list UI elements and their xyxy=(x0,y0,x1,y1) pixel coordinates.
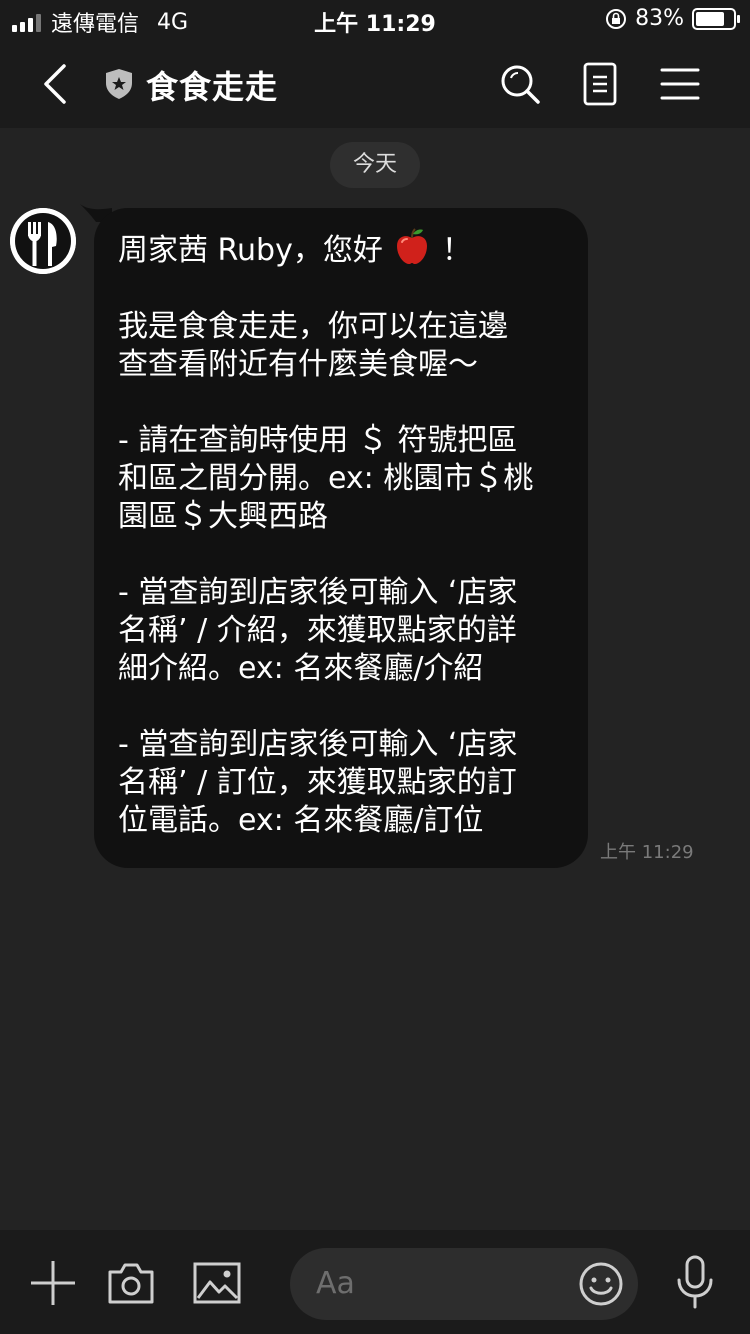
official-shield-icon xyxy=(106,69,132,99)
message-bubble[interactable]: 周家茜 Ruby，您好 ！ 我是食食走走，你可以在這邊 查查看附近有什麼美食喔～… xyxy=(94,208,588,868)
message-timestamp: 上午 11:29 xyxy=(600,842,694,863)
chat-header: 食食走走 xyxy=(0,40,750,128)
rotation-lock-icon xyxy=(606,8,627,29)
input-bar: Aa xyxy=(0,1230,750,1334)
search-icon[interactable] xyxy=(498,62,542,106)
date-separator: 今天 xyxy=(330,142,420,188)
plus-icon[interactable] xyxy=(28,1258,78,1308)
battery-icon xyxy=(692,7,740,30)
message-text: 周家茜 Ruby，您好 ！ 我是食食走走，你可以在這邊 查查看附近有什麼美食喔～… xyxy=(118,226,568,840)
message-body: 我是食食走走，你可以在這邊 查查看附近有什麼美食喔～ - 請在查詢時使用 ＄ 符… xyxy=(118,309,534,838)
chat-area[interactable]: 今天 周家茜 Ruby，您好 ！ 我是食食走走，你可以在這邊 查查看附近有什麼美… xyxy=(0,128,750,1230)
chat-title: 食食走走 xyxy=(146,68,279,106)
greeting-end-text: ！ xyxy=(432,233,472,268)
status-right: 83% xyxy=(605,6,740,31)
battery-percent: 83% xyxy=(635,6,684,31)
apple-emoji-icon xyxy=(397,228,428,264)
bot-avatar[interactable] xyxy=(10,208,76,274)
status-bar: 遠傳電信 4G 上午 11:29 83% xyxy=(0,0,750,40)
camera-icon[interactable] xyxy=(106,1258,156,1308)
emoji-icon[interactable] xyxy=(578,1261,624,1307)
microphone-icon[interactable] xyxy=(670,1254,720,1310)
menu-icon[interactable] xyxy=(658,62,702,106)
image-icon[interactable] xyxy=(192,1258,242,1308)
notes-icon[interactable] xyxy=(578,62,622,106)
back-chevron-icon[interactable] xyxy=(36,60,76,108)
fork-knife-icon xyxy=(10,208,76,274)
input-placeholder: Aa xyxy=(316,1266,355,1301)
message-input[interactable]: Aa xyxy=(290,1248,638,1320)
greeting-text: 周家茜 Ruby，您好 xyxy=(118,233,393,268)
